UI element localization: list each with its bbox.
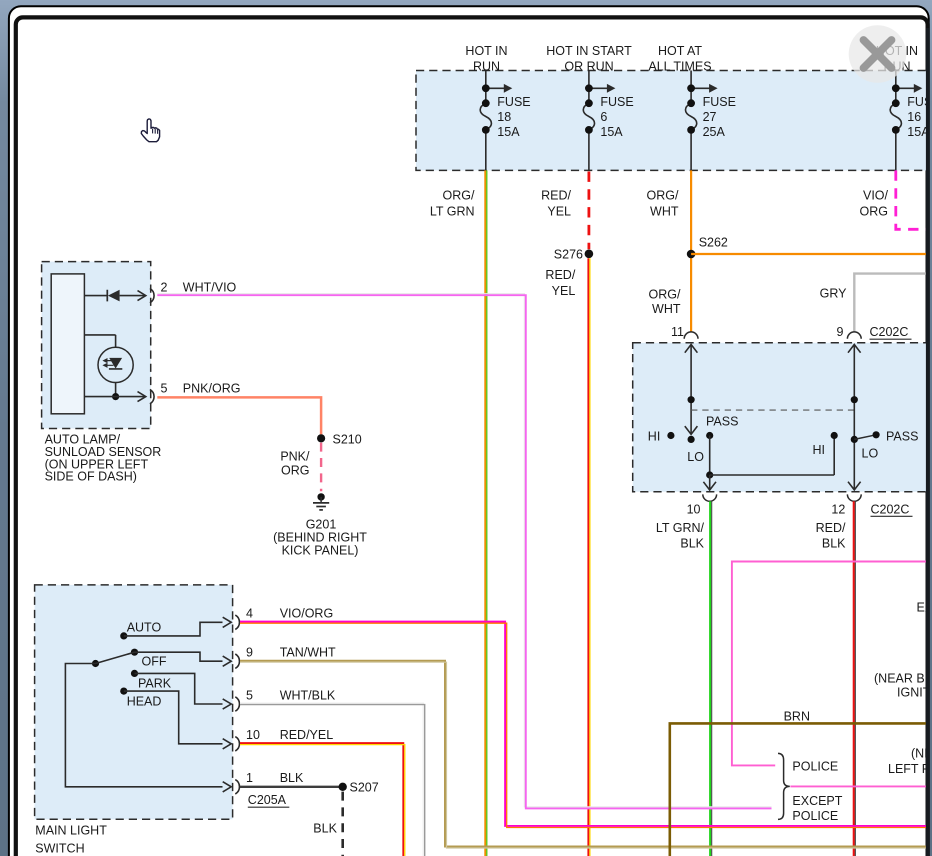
svg-text:MAIN LIGHT: MAIN LIGHT [35, 824, 107, 838]
svg-text:LT GRN/: LT GRN/ [656, 521, 705, 535]
svg-text:IGNIT: IGNIT [897, 686, 931, 700]
svg-text:PARK: PARK [138, 676, 172, 690]
svg-text:ORG: ORG [860, 205, 888, 219]
svg-text:HOT IN START: HOT IN START [546, 44, 632, 58]
svg-text:PASS: PASS [706, 415, 738, 429]
svg-text:LT GRN: LT GRN [430, 205, 475, 219]
svg-text:RUN: RUN [473, 59, 500, 73]
svg-text:HEAD: HEAD [127, 694, 162, 708]
svg-text:S262: S262 [699, 236, 728, 250]
svg-text:2: 2 [161, 280, 168, 294]
svg-text:POLICE: POLICE [792, 809, 838, 823]
svg-text:ORG/: ORG/ [649, 288, 681, 302]
svg-text:ORG: ORG [281, 463, 309, 477]
svg-text:27: 27 [703, 110, 717, 124]
svg-text:FUSE: FUSE [703, 95, 736, 109]
svg-text:GRY: GRY [820, 287, 848, 301]
svg-text:AUTO: AUTO [127, 621, 162, 635]
svg-text:(NEAR BR: (NEAR BR [874, 672, 932, 686]
svg-text:YEL: YEL [552, 284, 576, 298]
svg-text:10: 10 [246, 728, 260, 742]
svg-text:HOT IN: HOT IN [465, 44, 507, 58]
svg-text:LO: LO [862, 446, 879, 460]
svg-text:VIO/ORG: VIO/ORG [280, 607, 333, 621]
svg-text:G201: G201 [306, 517, 337, 531]
svg-text:RED/YEL: RED/YEL [280, 728, 334, 742]
svg-text:KICK PANEL): KICK PANEL) [282, 544, 359, 558]
svg-text:RED/: RED/ [545, 268, 575, 282]
svg-text:BLK: BLK [680, 536, 704, 550]
svg-text:9: 9 [837, 325, 844, 339]
svg-text:FUSE: FUSE [497, 95, 530, 109]
svg-text:C202C: C202C [871, 502, 910, 516]
svg-text:S207: S207 [350, 781, 379, 795]
svg-text:VIO/: VIO/ [863, 189, 889, 203]
svg-text:S276: S276 [554, 247, 583, 261]
svg-text:TAN/WHT: TAN/WHT [280, 646, 336, 660]
svg-text:5: 5 [161, 381, 168, 395]
svg-text:SWITCH: SWITCH [35, 841, 84, 855]
svg-text:11: 11 [671, 325, 684, 339]
svg-text:15A: 15A [600, 125, 623, 139]
svg-text:12: 12 [831, 502, 845, 516]
svg-text:RED/: RED/ [541, 189, 571, 203]
svg-text:POLICE: POLICE [792, 760, 838, 774]
svg-text:PNK/: PNK/ [280, 450, 310, 464]
svg-text:EXCEPT: EXCEPT [792, 794, 842, 808]
svg-text:WHT/BLK: WHT/BLK [280, 688, 336, 702]
svg-text:OFF: OFF [142, 654, 167, 668]
svg-text:PNK/ORG: PNK/ORG [183, 381, 241, 395]
svg-text:C202C: C202C [870, 325, 909, 339]
svg-text:YEL: YEL [547, 205, 571, 219]
svg-text:HI: HI [648, 429, 661, 443]
svg-text:WHT: WHT [650, 205, 679, 219]
svg-text:6: 6 [600, 110, 607, 124]
svg-text:BLK: BLK [822, 536, 846, 550]
svg-text:1: 1 [246, 771, 253, 785]
svg-text:16: 16 [907, 110, 921, 124]
svg-text:HOT AT: HOT AT [658, 44, 702, 58]
svg-text:ALL TIMES: ALL TIMES [648, 59, 711, 73]
svg-text:WHT: WHT [652, 302, 681, 316]
svg-text:BLK: BLK [280, 771, 304, 785]
svg-text:C205A: C205A [248, 793, 287, 807]
svg-text:LEFT F: LEFT F [888, 762, 930, 776]
svg-text:FUSE: FUSE [600, 95, 633, 109]
svg-text:SIDE OF DASH): SIDE OF DASH) [45, 469, 137, 483]
svg-text:10: 10 [687, 502, 701, 516]
svg-text:4: 4 [246, 607, 253, 621]
svg-text:OR RUN: OR RUN [564, 59, 613, 73]
svg-text:5: 5 [246, 688, 253, 702]
svg-text:RED/: RED/ [816, 521, 846, 535]
svg-text:ORG/: ORG/ [443, 189, 475, 203]
svg-text:WHT/VIO: WHT/VIO [183, 280, 237, 294]
svg-text:S210: S210 [333, 432, 362, 446]
svg-text:HI: HI [813, 443, 826, 457]
svg-text:9: 9 [246, 646, 253, 660]
svg-text:PASS: PASS [886, 429, 918, 443]
svg-text:BLK: BLK [313, 822, 337, 836]
svg-text:BRN: BRN [784, 709, 810, 723]
svg-text:18: 18 [497, 110, 511, 124]
svg-text:25A: 25A [703, 125, 726, 139]
svg-text:15A: 15A [497, 125, 520, 139]
svg-text:ORG/: ORG/ [647, 189, 679, 203]
svg-text:LO: LO [687, 450, 704, 464]
svg-text:(BEHIND RIGHT: (BEHIND RIGHT [273, 531, 367, 545]
